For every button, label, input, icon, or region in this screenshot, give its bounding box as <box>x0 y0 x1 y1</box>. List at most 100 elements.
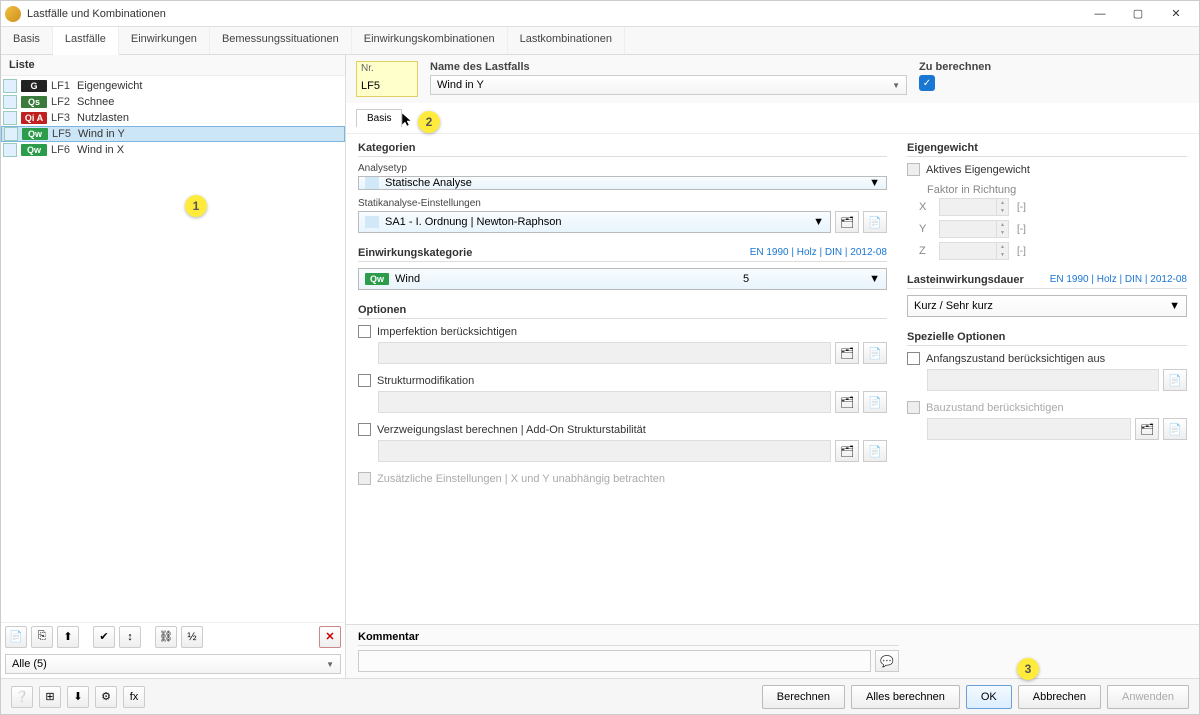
berechnen-button[interactable]: Berechnen <box>762 685 845 709</box>
sae-new-button[interactable]: 📄 <box>863 211 887 233</box>
option-btn2[interactable]: 📄 <box>863 440 887 462</box>
calc-label: Zu berechnen <box>919 61 1189 73</box>
lf-name: Schnee <box>77 96 343 108</box>
sae-edit-button[interactable]: 🗂 <box>835 211 859 233</box>
lasteinw-select[interactable]: Kurz / Sehr kurz ▼ <box>907 295 1187 317</box>
check-icon[interactable]: ✔ <box>93 626 115 648</box>
list-checkbox[interactable] <box>3 79 17 93</box>
spez-label: Bauzustand berücksichtigen <box>926 402 1064 414</box>
lf-name: Wind in X <box>77 144 343 156</box>
copy-icon[interactable]: ⎘ <box>31 626 53 648</box>
category-tag: Qw <box>21 144 47 156</box>
lf-number: LF6 <box>51 144 73 156</box>
option-checkbox[interactable] <box>358 374 371 387</box>
option-checkbox[interactable] <box>358 423 371 436</box>
list-checkbox[interactable] <box>4 127 18 141</box>
sae-select[interactable]: SA1 - I. Ordnung | Newton-Raphson ▼ <box>358 211 831 233</box>
tool2-icon[interactable]: ⬇ <box>67 686 89 708</box>
tool3-icon[interactable]: ⚙ <box>95 686 117 708</box>
option-btn1[interactable]: 🗂 <box>835 342 859 364</box>
spez-btn1[interactable]: 📄 <box>1163 418 1187 440</box>
nr-label: Nr. <box>357 62 417 75</box>
option-btn2[interactable]: 📄 <box>863 391 887 413</box>
tab-bemessungssituationen[interactable]: Bemessungssituationen <box>210 27 352 54</box>
name-value: Wind in Y <box>437 79 484 91</box>
option-btn1[interactable]: 🗂 <box>835 391 859 413</box>
sort-icon[interactable]: ↕ <box>119 626 141 648</box>
list-checkbox[interactable] <box>3 111 17 125</box>
chevron-down-icon: ▼ <box>869 273 880 285</box>
right-panel: Nr. LF5 Name des Lastfalls Wind in Y ▼ Z… <box>346 55 1199 678</box>
alles-berechnen-button[interactable]: Alles berechnen <box>851 685 960 709</box>
option-btn1[interactable]: 🗂 <box>835 440 859 462</box>
nr-value[interactable]: LF5 <box>357 75 417 96</box>
help-icon[interactable]: ❔ <box>11 686 33 708</box>
list-toolbar: 📄 ⎘ ⬆ ✔ ↕ ⛓ ½ ✕ <box>1 622 345 650</box>
spez-input <box>927 369 1159 391</box>
analysetyp-select[interactable]: Statische Analyse ▼ <box>358 176 887 190</box>
list-item[interactable]: G LF1 Eigengewicht <box>1 78 345 94</box>
lf-number: LF2 <box>51 96 73 108</box>
axis-Z-spinner: ▲▼ <box>939 242 1009 260</box>
footer: ❔ ⊞ ⬇ ⚙ fx Berechnen Alles berechnen OK … <box>1 678 1199 714</box>
filter-value: Alle (5) <box>12 658 47 670</box>
lf-number: LF1 <box>51 80 73 92</box>
spez-checkbox[interactable] <box>907 352 920 365</box>
section-lasteinw: Lasteinwirkungsdauer EN 1990 | Holz | DI… <box>907 274 1187 289</box>
calculate-checkbox[interactable]: ✓ <box>919 75 935 91</box>
window-title: Lastfälle und Kombinationen <box>27 8 1081 20</box>
kommentar-button[interactable]: 💬 <box>875 650 899 672</box>
chain-icon[interactable]: ⛓ <box>155 626 177 648</box>
subtab-basis[interactable]: Basis <box>356 109 402 127</box>
list-item[interactable]: Qw LF6 Wind in X <box>1 142 345 158</box>
section-optionen: Optionen <box>358 304 887 319</box>
tool1-icon[interactable]: ⊞ <box>39 686 61 708</box>
lasteinw-standard[interactable]: EN 1990 | Holz | DIN | 2012-08 <box>1050 274 1187 286</box>
spez-input <box>927 418 1131 440</box>
ok-button[interactable]: OK <box>966 685 1012 709</box>
list-checkbox[interactable] <box>3 95 17 109</box>
einwirk-select[interactable]: Qw Wind 5 ▼ <box>358 268 887 290</box>
list-item[interactable]: Qi A LF3 Nutzlasten <box>1 110 345 126</box>
option-input <box>378 440 831 462</box>
option-checkbox[interactable] <box>358 325 371 338</box>
option-input <box>378 391 831 413</box>
spez-btn1[interactable]: 📄 <box>1163 369 1187 391</box>
chevron-down-icon: ▼ <box>869 177 880 189</box>
einwirk-standard[interactable]: EN 1990 | Holz | DIN | 2012-08 <box>750 247 887 259</box>
name-combo[interactable]: Wind in Y ▼ <box>430 75 907 95</box>
delete-button[interactable]: ✕ <box>319 626 341 648</box>
anwenden-button[interactable]: Anwenden <box>1107 685 1189 709</box>
tab-lastkombinationen[interactable]: Lastkombinationen <box>508 27 625 54</box>
lf-name: Nutzlasten <box>77 112 343 124</box>
import-icon[interactable]: ⬆ <box>57 626 79 648</box>
new-icon[interactable]: 📄 <box>5 626 27 648</box>
tab-lastfälle[interactable]: Lastfälle <box>53 27 119 55</box>
list-item[interactable]: Qw LF5 Wind in Y <box>1 126 345 142</box>
minimize-button[interactable]: — <box>1081 1 1119 27</box>
kommentar-label: Kommentar <box>358 631 899 646</box>
maximize-button[interactable]: ▢ <box>1119 1 1157 27</box>
tool4-icon[interactable]: fx <box>123 686 145 708</box>
chevron-down-icon: ▼ <box>326 660 334 669</box>
chevron-down-icon: ▼ <box>1169 300 1180 312</box>
spez-btn0[interactable]: 🗂 <box>1135 418 1159 440</box>
filter-combo[interactable]: Alle (5) ▼ <box>5 654 341 674</box>
number-icon[interactable]: ½ <box>181 626 203 648</box>
chevron-down-icon: ▼ <box>813 216 824 228</box>
axis-X-spinner: ▲▼ <box>939 198 1009 216</box>
tab-einwirkungskombinationen[interactable]: Einwirkungskombinationen <box>352 27 508 54</box>
tab-basis[interactable]: Basis <box>1 27 53 54</box>
aktiv-eigengewicht-checkbox[interactable] <box>907 163 920 176</box>
option-btn2[interactable]: 📄 <box>863 342 887 364</box>
list-checkbox[interactable] <box>3 143 17 157</box>
tab-einwirkungen[interactable]: Einwirkungen <box>119 27 210 54</box>
sae-label: Statikanalyse-Einstellungen <box>358 198 887 209</box>
kommentar-input[interactable] <box>358 650 871 672</box>
abbrechen-button[interactable]: Abbrechen <box>1018 685 1101 709</box>
option-label: Verzweigungslast berechnen | Add-On Stru… <box>377 424 646 436</box>
lf-number: LF3 <box>51 112 73 124</box>
option-label: Strukturmodifikation <box>377 375 474 387</box>
list-item[interactable]: Qs LF2 Schnee <box>1 94 345 110</box>
close-button[interactable]: ✕ <box>1157 1 1195 27</box>
